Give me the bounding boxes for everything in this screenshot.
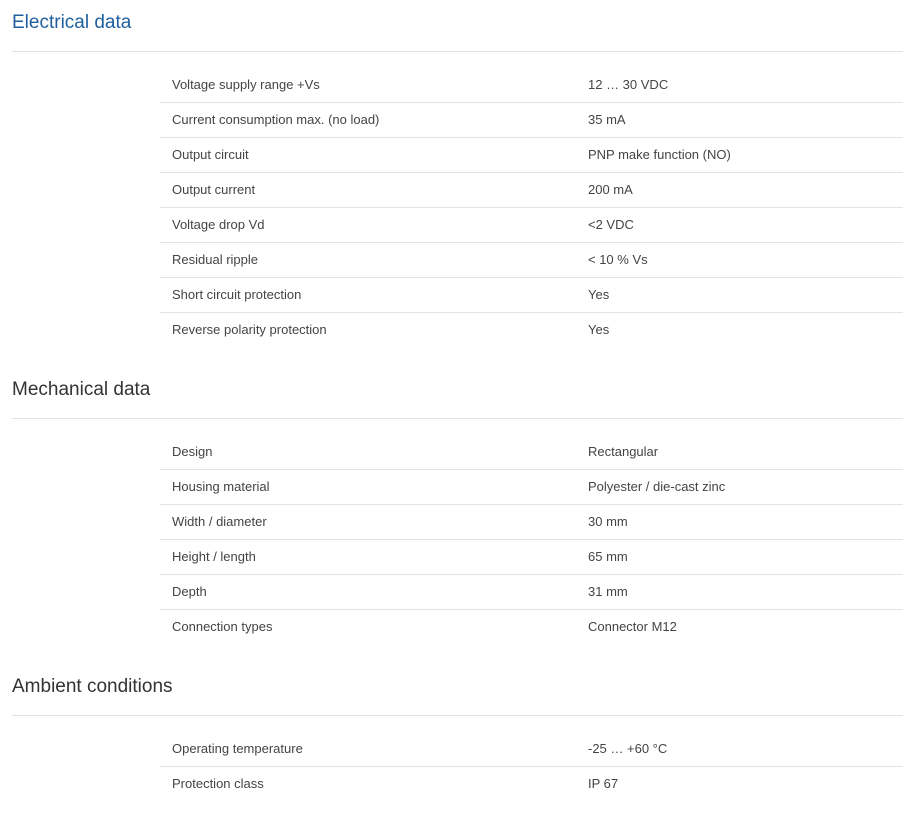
spec-label: Current consumption max. (no load): [172, 112, 380, 127]
spec-value: IP 67: [588, 776, 619, 791]
spec-label: Height / length: [172, 549, 256, 564]
spec-label: Voltage supply range +Vs: [172, 77, 320, 92]
spec-value: Polyester / die-cast zinc: [588, 479, 726, 494]
spec-row: Residual ripple < 10 % Vs: [160, 243, 903, 278]
section-divider: [12, 715, 903, 716]
section-title-mechanical: Mechanical data: [12, 379, 151, 400]
spec-row: Operating temperature -25 … +60 °C: [160, 732, 903, 767]
spec-value: 31 mm: [588, 584, 628, 599]
spec-row: Design Rectangular: [160, 435, 903, 470]
spec-row: Connection types Connector M12: [160, 610, 903, 644]
spec-row: Current consumption max. (no load) 35 mA: [160, 103, 903, 138]
spec-row: Short circuit protection Yes: [160, 278, 903, 313]
spec-value: 30 mm: [588, 514, 628, 529]
spec-label: Connection types: [172, 619, 273, 634]
spec-value: PNP make function (NO): [588, 147, 731, 162]
spec-label: Residual ripple: [172, 252, 258, 267]
spec-value: Yes: [588, 287, 610, 302]
spec-value: <2 VDC: [588, 217, 634, 232]
spec-table-ambient: Operating temperature -25 … +60 °C Prote…: [160, 732, 903, 801]
spec-value: < 10 % Vs: [588, 252, 648, 267]
spec-row: Output circuit PNP make function (NO): [160, 138, 903, 173]
spec-label: Width / diameter: [172, 514, 267, 529]
spec-label: Output current: [172, 182, 256, 197]
spec-value: Connector M12: [588, 619, 677, 634]
section-divider: [12, 51, 903, 52]
section-divider: [12, 418, 903, 419]
spec-label: Operating temperature: [172, 741, 303, 756]
spec-value: 200 mA: [588, 182, 633, 197]
section-title-ambient: Ambient conditions: [12, 676, 173, 697]
spec-value: 12 … 30 VDC: [588, 77, 669, 92]
spec-row: Protection class IP 67: [160, 767, 903, 801]
spec-row: Width / diameter 30 mm: [160, 505, 903, 540]
spec-row: Housing material Polyester / die-cast zi…: [160, 470, 903, 505]
spec-value: 35 mA: [588, 112, 626, 127]
spec-value: Yes: [588, 322, 610, 337]
spec-row: Voltage drop Vd <2 VDC: [160, 208, 903, 243]
spec-row: Height / length 65 mm: [160, 540, 903, 575]
spec-label: Housing material: [172, 479, 270, 494]
spec-row: Depth 31 mm: [160, 575, 903, 610]
spec-page: Electrical data Voltage supply range +Vs…: [0, 0, 903, 813]
spec-label: Voltage drop Vd: [172, 217, 265, 232]
spec-value: Rectangular: [588, 444, 659, 459]
spec-label: Depth: [172, 584, 207, 599]
spec-label: Reverse polarity protection: [172, 322, 327, 337]
spec-value: 65 mm: [588, 549, 628, 564]
spec-table-mechanical: Design Rectangular Housing material Poly…: [160, 435, 903, 644]
spec-row: Voltage supply range +Vs 12 … 30 VDC: [160, 68, 903, 103]
spec-label: Short circuit protection: [172, 287, 302, 302]
spec-label: Protection class: [172, 776, 264, 791]
spec-table-electrical: Voltage supply range +Vs 12 … 30 VDC Cur…: [160, 68, 903, 347]
spec-value: -25 … +60 °C: [588, 741, 668, 756]
spec-label: Design: [172, 444, 213, 459]
section-title-electrical: Electrical data: [12, 12, 132, 33]
spec-row: Output current 200 mA: [160, 173, 903, 208]
spec-label: Output circuit: [172, 147, 249, 162]
spec-row: Reverse polarity protection Yes: [160, 313, 903, 347]
